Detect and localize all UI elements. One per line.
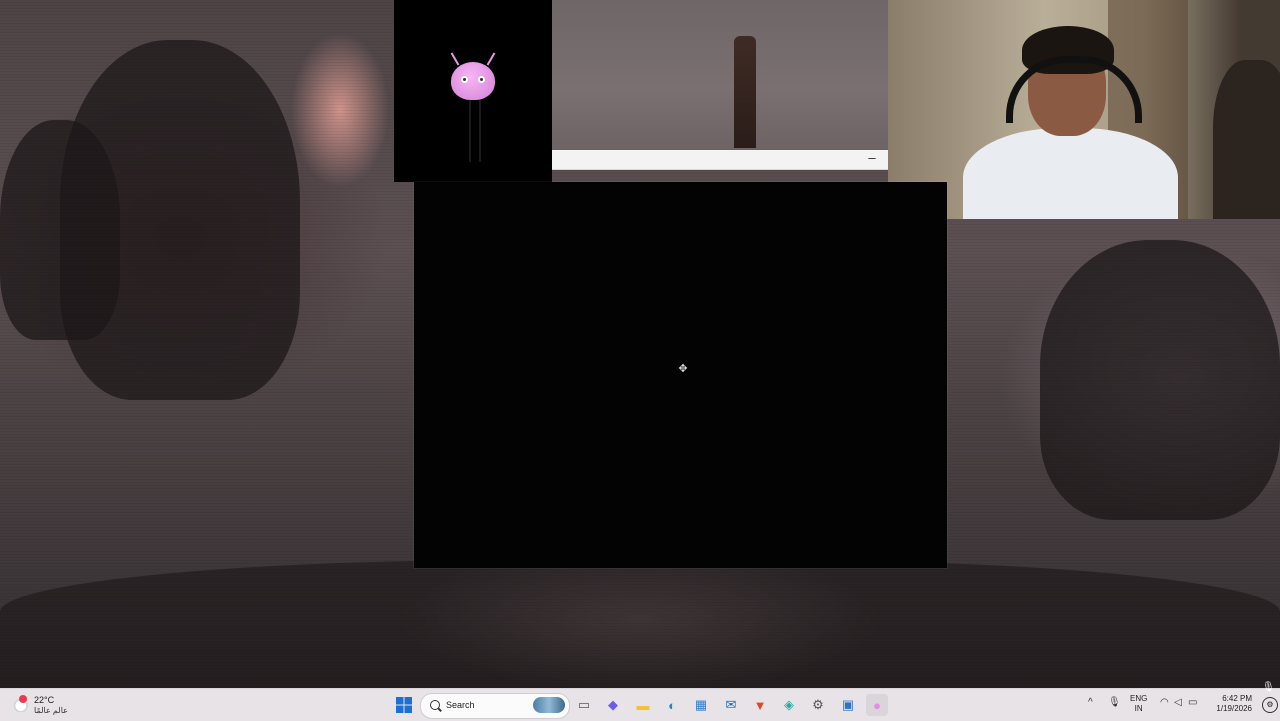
webcam-second-person bbox=[1213, 60, 1280, 219]
screen-preview bbox=[552, 0, 888, 150]
preview-figure bbox=[734, 36, 756, 148]
voice-access-mic-icon[interactable]: 🎙 bbox=[1262, 682, 1275, 694]
webcam-person-shirt bbox=[963, 128, 1178, 219]
mascot-eye bbox=[478, 76, 485, 83]
search-icon bbox=[430, 700, 440, 710]
mascot-eye bbox=[461, 76, 468, 83]
edge-browser-icon[interactable]: ◐ bbox=[661, 694, 683, 716]
copilot-icon[interactable]: ◆ bbox=[602, 694, 624, 716]
settings-icon[interactable]: ⚙ bbox=[807, 694, 829, 716]
wifi-icon[interactable]: ◠ bbox=[1160, 697, 1169, 708]
pink-mascot-app-icon[interactable]: ● bbox=[866, 694, 888, 716]
wallpaper-ground bbox=[0, 560, 1280, 690]
microsoft-365-icon[interactable]: ◈ bbox=[778, 694, 800, 716]
weather-cloud-icon bbox=[12, 695, 28, 712]
mascot-legs bbox=[469, 100, 481, 162]
volume-icon[interactable]: ◁ bbox=[1174, 697, 1182, 708]
taskbar: 22°C عالم عالمًا Search ▭ ◆ ▬ ◐ ▦ ✉ ▼ ◈ ⚙ ▣ ● ^ 🎙 … bbox=[0, 688, 1280, 721]
windows-start-icon[interactable] bbox=[393, 694, 415, 716]
preview-window-titlebar[interactable]: – bbox=[552, 150, 888, 170]
weather-temperature: 22°C bbox=[34, 695, 55, 705]
language-indicator[interactable]: ENG IN bbox=[1130, 694, 1147, 714]
wallpaper-tree bbox=[1040, 240, 1280, 520]
weather-widget[interactable]: 22°C عالم عالمًا bbox=[12, 693, 82, 717]
wallpaper-tree bbox=[0, 120, 120, 340]
microphone-icon[interactable]: 🎙 bbox=[1108, 697, 1121, 708]
brave-browser-icon[interactable]: ▼ bbox=[749, 694, 771, 716]
system-tray: ^ 🎙 ENG IN ◠ ◁ ▭ 6:42 PM 1/19/2026 ⚙ bbox=[1084, 689, 1280, 721]
microsoft-store-icon[interactable]: ▦ bbox=[690, 694, 712, 716]
clock-time: 6:42 PM bbox=[1222, 694, 1252, 703]
weather-location: عالم عالمًا bbox=[34, 706, 68, 715]
minimize-button[interactable]: – bbox=[862, 150, 882, 169]
mascot-antenna bbox=[486, 52, 496, 66]
search-highlight-image bbox=[533, 697, 565, 713]
search-label: Search bbox=[446, 700, 475, 710]
language-region: IN bbox=[1134, 704, 1143, 713]
blank-app-window[interactable] bbox=[414, 182, 947, 568]
file-explorer-icon[interactable]: ▬ bbox=[632, 694, 654, 716]
language-code: ENG bbox=[1130, 694, 1148, 703]
battery-icon[interactable]: ▭ bbox=[1188, 697, 1197, 708]
remote-app-icon[interactable]: ▣ bbox=[837, 694, 859, 716]
file-manager-icon[interactable]: ▭ bbox=[573, 694, 595, 716]
clock-date: 1/19/2026 bbox=[1216, 704, 1252, 713]
tray-chevron-icon[interactable]: ^ bbox=[1088, 697, 1093, 708]
clock[interactable]: 6:42 PM 1/19/2026 bbox=[1212, 694, 1252, 714]
mascot-antenna bbox=[450, 52, 460, 66]
mascot-overlay bbox=[394, 0, 552, 182]
mascot-head bbox=[451, 62, 495, 100]
notification-icon[interactable]: ⚙ bbox=[1262, 697, 1278, 713]
outlook-icon[interactable]: ✉ bbox=[720, 694, 742, 716]
taskbar-search[interactable]: Search bbox=[420, 693, 570, 719]
cursor-icon: ✥ bbox=[678, 363, 688, 375]
